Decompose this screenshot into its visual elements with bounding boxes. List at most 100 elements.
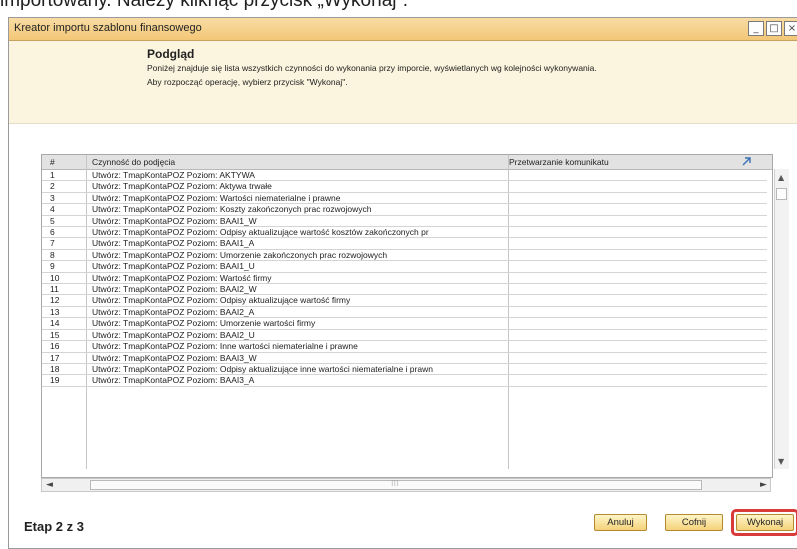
row-action: Utwórz: TmapKontaPOZ Poziom: Odpisy aktu… [92,363,433,374]
window-title: Kreator importu szablonu finansowego [14,22,202,34]
actions-grid: # Czynność do podjęcia Przetwarzanie kom… [41,154,789,478]
row-action: Utwórz: TmapKontaPOZ Poziom: BAAI3_W [92,352,257,363]
minimize-icon: _ [753,23,759,34]
table-row[interactable]: 15 Utwórz: TmapKontaPOZ Poziom: BAAI2_U [42,329,767,342]
scroll-down-icon[interactable]: ▼ [778,457,784,466]
preview-title: Podgląd [147,47,195,61]
grid-header: # Czynność do podjęcia Przetwarzanie kom… [42,155,772,170]
row-message [509,330,766,340]
table-row[interactable]: 14 Utwórz: TmapKontaPOZ Poziom: Umorzenie… [42,318,767,330]
expand-arrow-icon[interactable] [741,156,753,167]
table-row[interactable]: 18 Utwórz: TmapKontaPOZ Poziom: Odpisy ak… [42,363,767,376]
title-bar[interactable]: Kreator importu szablonu finansowego _ □… [9,18,797,41]
row-number: 10 [50,272,60,283]
row-action: Utwórz: TmapKontaPOZ Poziom: Wartości ni… [92,192,341,203]
row-action: Utwórz: TmapKontaPOZ Poziom: Inne wartoś… [92,341,358,352]
row-number: 15 [50,329,60,340]
step-indicator: Etap 2 z 3 [24,519,84,534]
scroll-left-icon[interactable]: ◄ [46,480,53,490]
grid-rows: 1 Utwórz: TmapKontaPOZ Poziom: AKTYWA 2 Utw… [42,170,767,387]
table-row[interactable]: 2 Utwórz: TmapKontaPOZ Poziom: Aktywa trw… [42,181,767,193]
row-message [509,375,766,385]
table-row[interactable]: 19 Utwórz: TmapKontaPOZ Poziom: BAAI3_A [42,375,767,387]
row-action: Utwórz: TmapKontaPOZ Poziom: BAAI3_A [92,375,255,386]
table-row[interactable]: 12 Utwórz: TmapKontaPOZ Poziom: Odpisy ak… [42,295,767,307]
row-number: 9 [50,261,55,272]
cancel-button[interactable]: Anuluj [594,514,647,531]
row-message [509,204,766,214]
table-row[interactable]: 4 Utwórz: TmapKontaPOZ Poziom: Koszty zak… [42,204,767,216]
table-row[interactable]: 5 Utwórz: TmapKontaPOZ Poziom: BAAI1_W [42,215,767,228]
maximize-button[interactable]: □ [766,21,782,36]
row-action: Utwórz: TmapKontaPOZ Poziom: BAAI2_U [92,329,255,340]
table-row[interactable]: 1 Utwórz: TmapKontaPOZ Poziom: AKTYWA [42,170,767,182]
vertical-scroll-thumb[interactable] [776,188,787,200]
row-message [509,261,766,271]
scroll-right-icon[interactable]: ► [760,480,767,490]
content-area: # Czynność do podjęcia Przetwarzanie kom… [9,124,797,504]
execute-button[interactable]: Wykonaj [736,514,794,531]
row-number: 14 [50,318,60,329]
table-row[interactable]: 17 Utwórz: TmapKontaPOZ Poziom: BAAI3_W [42,353,767,364]
horizontal-scrollbar[interactable]: ◄ ⁝⁝⁝ ► [41,478,771,492]
row-message [509,341,766,351]
close-icon: × [787,23,797,34]
row-action: Utwórz: TmapKontaPOZ Poziom: Odpisy aktu… [92,227,429,238]
table-row[interactable]: 13 Utwórz: TmapKontaPOZ Poziom: BAAI2_A [42,306,767,319]
row-number: 17 [50,352,60,363]
row-message [509,227,766,237]
row-action: Utwórz: TmapKontaPOZ Poziom: BAAI1_U [92,261,255,272]
column-header-action[interactable]: Czynność do podjęcia [92,157,175,167]
scroll-up-icon[interactable]: ▲ [778,173,784,182]
wizard-footer: Etap 2 z 3 Anuluj Cofnij Wykonaj [9,504,797,548]
table-row[interactable]: 16 Utwórz: TmapKontaPOZ Poziom: Inne wart… [42,341,767,353]
row-number: 12 [50,295,60,306]
row-number: 16 [50,341,60,352]
vertical-scrollbar[interactable]: ▲ ▼ [774,169,789,469]
row-number: 2 [50,181,55,192]
row-message [509,170,766,180]
row-message [509,250,766,260]
row-action: Utwórz: TmapKontaPOZ Poziom: Wartość fir… [92,272,272,283]
minimize-button[interactable]: _ [748,21,764,36]
row-action: Utwórz: TmapKontaPOZ Poziom: Aktywa trwa… [92,181,272,192]
scroll-grip-icon: ⁝⁝⁝ [391,479,399,488]
row-message [509,238,766,248]
table-row[interactable]: 9 Utwórz: TmapKontaPOZ Poziom: BAAI1_U [42,261,767,273]
row-message [509,295,766,305]
table-row[interactable]: 8 Utwórz: TmapKontaPOZ Poziom: Umorzenie … [42,249,767,262]
row-message [509,273,766,283]
preview-header: Podgląd Poniżej znajduje się lista wszys… [9,41,797,124]
row-number: 19 [50,375,60,386]
row-action: Utwórz: TmapKontaPOZ Poziom: Umorzenie w… [92,318,316,329]
row-action: Utwórz: TmapKontaPOZ Poziom: Koszty zako… [92,204,372,215]
row-number: 8 [50,249,55,260]
back-button[interactable]: Cofnij [665,514,723,531]
row-number: 3 [50,192,55,203]
table-row[interactable]: 11 Utwórz: TmapKontaPOZ Poziom: BAAI2_W [42,284,767,296]
row-message [509,284,766,294]
document-text: importowany. Należy kliknąć przycisk „Wy… [0,0,409,11]
row-action: Utwórz: TmapKontaPOZ Poziom: BAAI2_W [92,284,257,295]
horizontal-scroll-thumb[interactable]: ⁝⁝⁝ [90,479,702,490]
row-number: 13 [50,306,60,317]
row-action: Utwórz: TmapKontaPOZ Poziom: BAAI1_W [92,215,257,226]
preview-description: Poniżej znajduje się lista wszystkich cz… [147,63,597,73]
table-row[interactable]: 10 Utwórz: TmapKontaPOZ Poziom: Wartość f… [42,272,767,285]
column-header-number[interactable]: # [50,157,55,167]
row-message [509,318,766,328]
row-message [509,181,766,191]
row-action: Utwórz: TmapKontaPOZ Poziom: AKTYWA [92,170,255,180]
table-row[interactable]: 7 Utwórz: TmapKontaPOZ Poziom: BAAI1_A [42,238,767,250]
close-button[interactable]: × [784,21,797,36]
row-number: 1 [50,170,55,180]
table-row[interactable]: 3 Utwórz: TmapKontaPOZ Poziom: Wartości n… [42,192,767,205]
table-row[interactable]: 6 Utwórz: TmapKontaPOZ Poziom: Odpisy akt… [42,227,767,239]
row-message [509,307,766,317]
row-message [509,364,766,374]
column-header-message[interactable]: Przetwarzanie komunikatu [509,157,609,167]
maximize-icon: □ [769,23,779,34]
row-action: Utwórz: TmapKontaPOZ Poziom: Odpisy aktu… [92,295,351,306]
preview-instruction: Aby rozpocząć operację, wybierz przycisk… [147,77,348,87]
row-number: 7 [50,238,55,249]
